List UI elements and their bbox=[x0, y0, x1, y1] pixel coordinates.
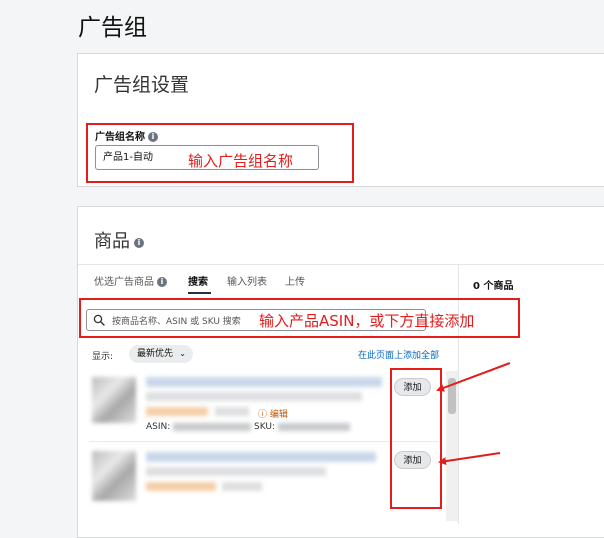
annotation-search-hint: 输入产品ASIN，或下方直接添加 bbox=[259, 312, 475, 330]
tab-suggested-products[interactable]: 优选广告商品 i bbox=[94, 273, 167, 288]
product-title bbox=[146, 452, 376, 462]
product-title-line bbox=[146, 467, 326, 476]
product-price bbox=[146, 482, 216, 491]
divider bbox=[78, 264, 604, 265]
selected-products-count: 0 个商品 bbox=[473, 281, 514, 292]
info-icon[interactable]: i bbox=[157, 277, 167, 287]
products-title-text: 商品 bbox=[94, 231, 130, 252]
product-image bbox=[92, 451, 136, 501]
sort-dropdown[interactable]: 最新优先 ⌄ bbox=[129, 345, 193, 363]
chevron-down-icon: ⌄ bbox=[179, 349, 186, 358]
info-icon[interactable]: i bbox=[134, 238, 144, 248]
arrow-icon bbox=[438, 452, 501, 466]
product-meta bbox=[222, 482, 262, 491]
page-title: 广告组 bbox=[78, 15, 147, 41]
products-card-title: 商品 i bbox=[94, 227, 144, 253]
edit-label: 编辑 bbox=[269, 410, 288, 420]
product-title bbox=[146, 377, 382, 387]
sort-value: 最新优先 bbox=[137, 349, 174, 359]
show-label: 显示: bbox=[92, 352, 114, 362]
product-meta bbox=[215, 407, 249, 416]
tab-search[interactable]: 搜索 bbox=[188, 273, 208, 288]
tab-enter-list[interactable]: 输入列表 bbox=[227, 273, 267, 288]
arrow-icon bbox=[436, 362, 511, 392]
row-divider bbox=[89, 441, 439, 442]
asin-value bbox=[173, 422, 252, 431]
active-tab-indicator bbox=[188, 292, 211, 294]
tab-suggested-products-label: 优选广告商品 bbox=[94, 277, 154, 288]
product-image bbox=[92, 377, 136, 423]
sku-value bbox=[277, 422, 350, 431]
annotation-arrows bbox=[436, 362, 511, 466]
asin-label: ASIN: bbox=[146, 422, 171, 432]
sku-label: SKU: bbox=[254, 422, 276, 432]
settings-card-title: 广告组设置 bbox=[94, 74, 190, 96]
product-title-line bbox=[146, 392, 362, 401]
edit-link[interactable]: ⓘ 编辑 bbox=[258, 407, 288, 420]
product-identifiers: ASIN: SKU: bbox=[146, 422, 350, 432]
annotation-name-hint: 输入广告组名称 bbox=[188, 152, 294, 170]
tab-upload[interactable]: 上传 bbox=[285, 273, 305, 288]
product-price bbox=[146, 407, 208, 416]
